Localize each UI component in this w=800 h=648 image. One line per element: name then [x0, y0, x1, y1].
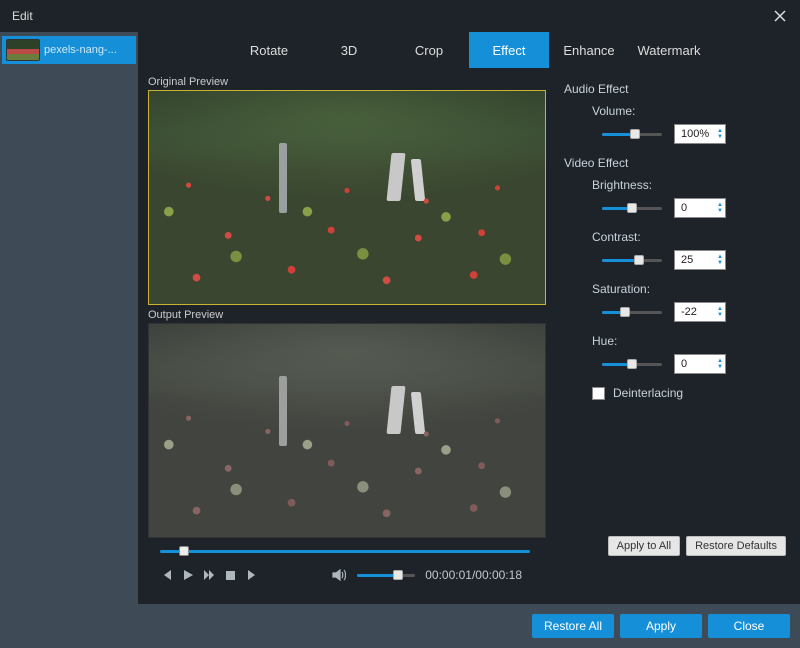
content: Original Preview Output Preview	[138, 68, 800, 604]
contrast-slider[interactable]	[602, 256, 662, 264]
close-icon	[774, 10, 786, 22]
tab-rotate[interactable]: Rotate	[229, 32, 309, 68]
contrast-spinbox[interactable]: 25▲▼	[674, 250, 726, 270]
main: Rotate 3D Crop Effect Enhance Watermark …	[138, 32, 800, 648]
mid-buttons: Apply to All Restore Defaults	[608, 536, 786, 556]
video-section-label: Video Effect	[564, 156, 782, 170]
brightness-slider[interactable]	[602, 204, 662, 212]
volume-slider[interactable]	[357, 571, 415, 579]
restore-all-button[interactable]: Restore All	[532, 614, 614, 638]
effect-panel: Audio Effect Volume: 100%▲▼ Video Effect…	[548, 68, 800, 604]
tab-crop[interactable]: Crop	[389, 32, 469, 68]
window-close-button[interactable]	[772, 8, 788, 24]
original-preview	[148, 90, 546, 305]
deinterlacing-checkbox[interactable]	[592, 387, 605, 400]
edit-window: Edit pexels-nang-... Rotate 3D Crop Effe…	[0, 0, 800, 648]
close-button[interactable]: Close	[708, 614, 790, 638]
apply-to-all-button[interactable]: Apply to All	[608, 536, 680, 556]
tab-watermark[interactable]: Watermark	[629, 32, 709, 68]
audio-section-label: Audio Effect	[564, 82, 782, 96]
output-preview	[148, 323, 546, 538]
original-preview-label: Original Preview	[148, 76, 542, 88]
brightness-spinbox[interactable]: 0▲▼	[674, 198, 726, 218]
playback-scrubber[interactable]	[148, 544, 542, 558]
hue-spinbox[interactable]: 0▲▼	[674, 354, 726, 374]
deinterlacing-label: Deinterlacing	[613, 386, 683, 400]
sidebar: pexels-nang-...	[0, 32, 138, 648]
tabs: Rotate 3D Crop Effect Enhance Watermark	[138, 32, 800, 68]
stop-button[interactable]	[222, 566, 239, 584]
tab-enhance[interactable]: Enhance	[549, 32, 629, 68]
bottom-bar: Restore All Apply Close	[138, 604, 800, 648]
prev-frame-button[interactable]	[158, 566, 175, 584]
play-button[interactable]	[179, 566, 196, 584]
playback-controls: 00:00:01/00:00:18	[148, 558, 542, 592]
saturation-slider[interactable]	[602, 308, 662, 316]
hue-slider[interactable]	[602, 360, 662, 368]
hue-label: Hue:	[592, 334, 782, 348]
tab-effect[interactable]: Effect	[469, 32, 549, 68]
contrast-label: Contrast:	[592, 230, 782, 244]
saturation-label: Saturation:	[592, 282, 782, 296]
volume-icon[interactable]	[330, 566, 347, 584]
clip-filename: pexels-nang-...	[44, 44, 117, 56]
tab-3d[interactable]: 3D	[309, 32, 389, 68]
apply-button[interactable]: Apply	[620, 614, 702, 638]
time-display: 00:00:01/00:00:18	[425, 568, 532, 582]
sidebar-clip-item[interactable]: pexels-nang-...	[2, 36, 136, 64]
volume-label: Volume:	[592, 104, 782, 118]
restore-defaults-button[interactable]: Restore Defaults	[686, 536, 786, 556]
volume-effect-slider[interactable]	[602, 130, 662, 138]
fast-forward-button[interactable]	[201, 566, 218, 584]
output-preview-label: Output Preview	[148, 309, 542, 321]
brightness-label: Brightness:	[592, 178, 782, 192]
window-title: Edit	[12, 9, 33, 23]
titlebar: Edit	[0, 0, 800, 32]
body: pexels-nang-... Rotate 3D Crop Effect En…	[0, 32, 800, 648]
clip-thumbnail	[6, 39, 40, 61]
next-frame-button[interactable]	[243, 566, 260, 584]
volume-spinbox[interactable]: 100%▲▼	[674, 124, 726, 144]
preview-column: Original Preview Output Preview	[138, 68, 548, 604]
saturation-spinbox[interactable]: -22▲▼	[674, 302, 726, 322]
